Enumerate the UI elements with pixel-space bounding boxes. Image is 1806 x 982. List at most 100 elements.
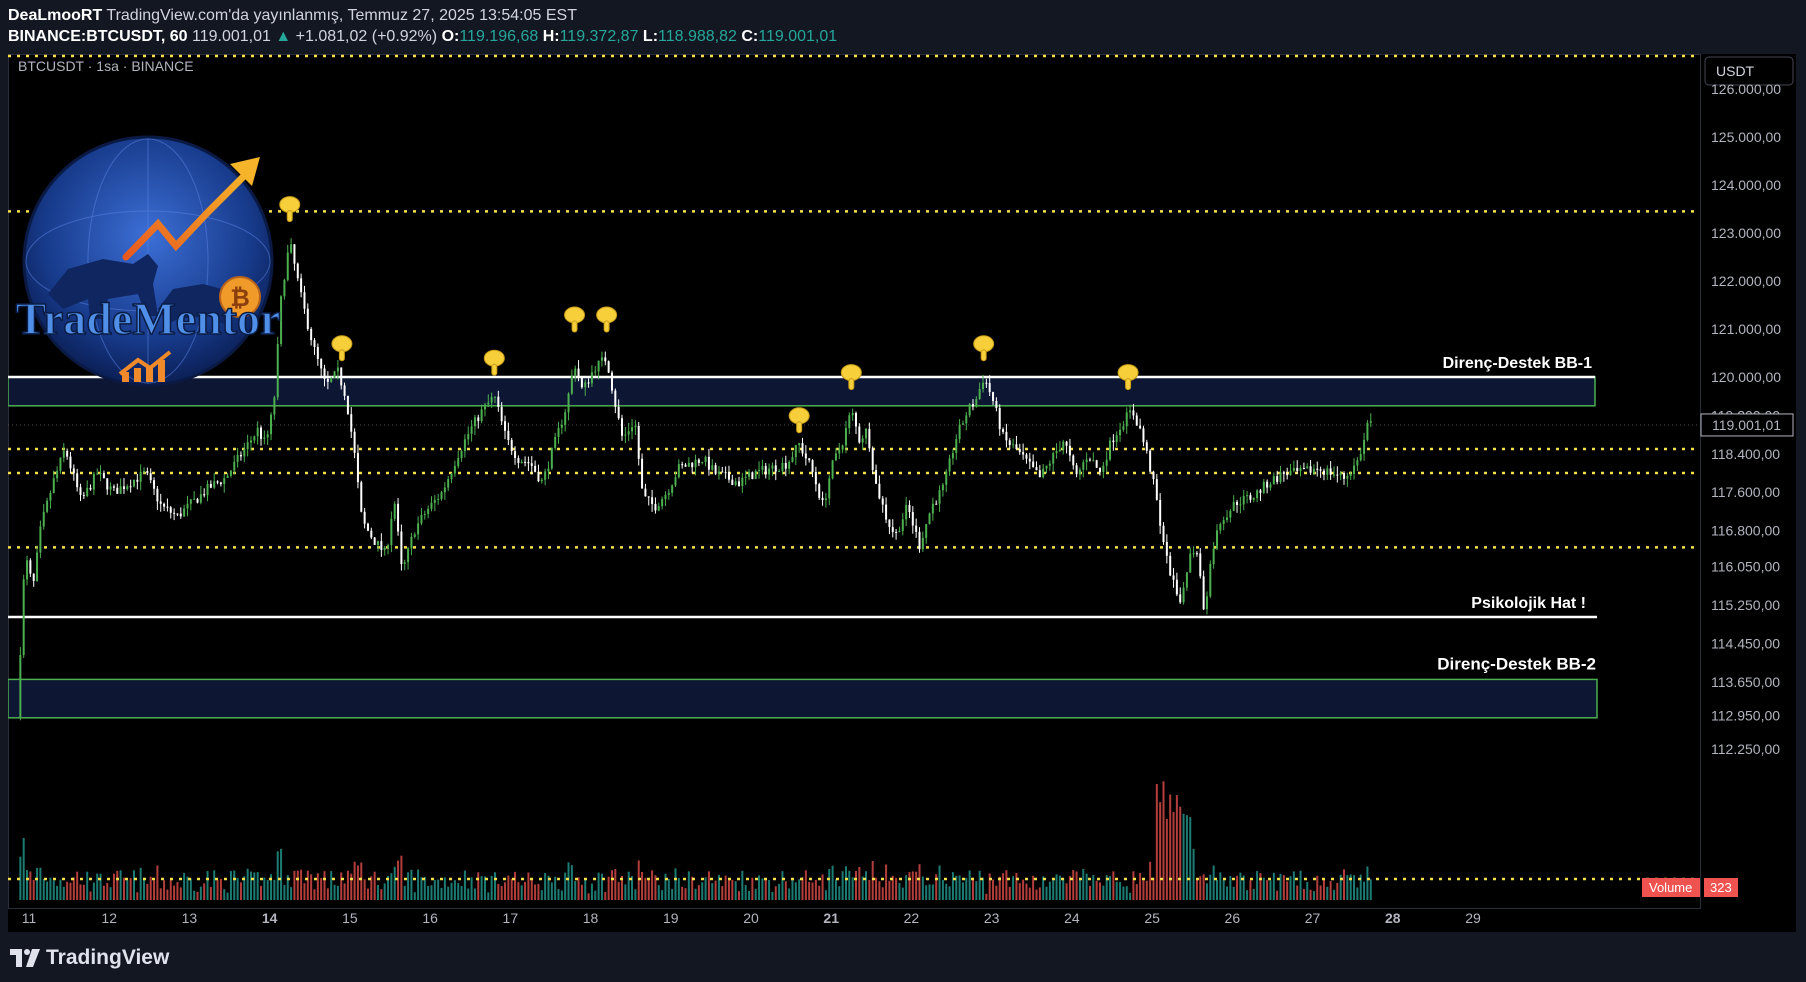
volume-bar xyxy=(988,873,991,900)
candle-body xyxy=(143,471,146,473)
volume-bar xyxy=(895,877,898,900)
candle-body xyxy=(858,426,861,443)
volume-bar xyxy=(92,882,95,900)
candle-body xyxy=(1292,467,1295,471)
candle-body xyxy=(336,367,339,372)
volume-bar xyxy=(132,870,135,900)
candle-body xyxy=(778,470,781,472)
candle-body xyxy=(179,513,182,517)
candle-body xyxy=(1175,579,1178,595)
candle-body xyxy=(1199,553,1202,577)
price-chart[interactable]: Direnç-Destek BB-1 Psikolojik Hat ! Direnç… xyxy=(8,54,1796,932)
candle-body xyxy=(1082,462,1085,470)
candle-body xyxy=(376,541,380,545)
volume-bar xyxy=(487,892,490,900)
candle-body xyxy=(72,468,75,474)
volume-bar xyxy=(209,887,212,900)
candle-body xyxy=(875,470,878,484)
volume-bar xyxy=(1018,883,1021,900)
candle-body xyxy=(1129,410,1132,413)
candle-body xyxy=(717,471,720,474)
volume-bar xyxy=(821,874,824,900)
volume-bar xyxy=(346,870,349,900)
candle-body xyxy=(554,436,557,448)
volume-bar xyxy=(1366,866,1369,900)
candle-body xyxy=(1022,452,1025,455)
candle-body xyxy=(246,442,249,450)
candle-body xyxy=(597,360,600,372)
candle-body xyxy=(935,503,938,505)
candle-body xyxy=(96,473,99,475)
candle-body xyxy=(801,443,804,454)
candle-body xyxy=(931,503,934,514)
candle-body xyxy=(634,425,637,428)
volume-bar xyxy=(651,870,654,900)
candle-body xyxy=(734,481,737,486)
volume-bar xyxy=(280,848,283,900)
candle-body xyxy=(1008,440,1011,446)
price-tick-label: 117.600,00 xyxy=(1711,484,1780,500)
volume-bar xyxy=(336,885,339,900)
candle-body xyxy=(86,487,89,497)
candle-body xyxy=(901,519,904,532)
candle-body xyxy=(1215,530,1218,549)
volume-bar xyxy=(1279,873,1282,900)
candle-body xyxy=(871,448,874,471)
volume-bar xyxy=(122,877,125,900)
volume-bar xyxy=(497,883,500,900)
volume-bar xyxy=(1062,878,1065,900)
volume-bar xyxy=(1119,882,1122,900)
volume-bar xyxy=(1189,817,1192,900)
candle-body xyxy=(447,478,450,488)
candle-body xyxy=(453,466,456,474)
candle-body xyxy=(1296,467,1299,471)
volume-bar xyxy=(594,890,597,900)
volume-bar xyxy=(189,878,192,900)
volume-bar xyxy=(383,883,386,900)
volume-bar xyxy=(781,871,784,900)
volume-bar xyxy=(66,881,69,900)
volume-bar xyxy=(1098,882,1102,900)
candle-body xyxy=(604,357,607,362)
volume-bar xyxy=(390,873,393,900)
volume-bar xyxy=(1292,871,1295,900)
candle-body xyxy=(520,461,523,463)
volume-bar xyxy=(634,889,637,900)
volume-bar xyxy=(978,870,981,900)
volume-bar xyxy=(754,888,757,900)
volume-bar xyxy=(768,879,771,900)
volume-bar xyxy=(156,865,159,900)
volume-bar xyxy=(293,870,296,900)
candle-body xyxy=(366,523,369,531)
volume-bar xyxy=(507,875,510,900)
candle-body xyxy=(1336,474,1339,476)
volume-bar xyxy=(39,867,42,900)
candle-body xyxy=(624,434,627,436)
tradingview-brand[interactable]: TradingView xyxy=(10,946,169,970)
candle-body xyxy=(754,470,757,480)
volume-bar xyxy=(246,868,249,900)
volume-bar xyxy=(995,885,998,900)
volume-bar xyxy=(76,871,79,900)
volume-bar xyxy=(52,880,55,900)
volume-bar xyxy=(1028,887,1031,900)
candle-body xyxy=(1149,450,1152,472)
candle-body xyxy=(112,486,115,488)
volume-bar xyxy=(356,865,359,900)
candle-body xyxy=(1359,454,1362,461)
candle-body xyxy=(808,458,811,461)
volume-bar xyxy=(500,886,503,900)
candle-body xyxy=(851,413,854,416)
candle-body xyxy=(403,562,406,565)
candle-body xyxy=(66,450,69,457)
volume-bar xyxy=(758,875,761,900)
candle-body xyxy=(868,428,871,449)
volume-bar xyxy=(597,872,600,900)
time-tick-label: 18 xyxy=(583,910,599,926)
candle-body xyxy=(1072,455,1075,466)
chart-area[interactable]: Direnç-Destek BB-1 Psikolojik Hat ! Direnç… xyxy=(8,54,1796,932)
ohlc-header: BINANCE:BTCUSDT, 60 119.001,01 ▲ +1.081,… xyxy=(8,28,837,46)
volume-bar xyxy=(818,885,821,900)
volume-bar xyxy=(557,889,560,900)
candle-body xyxy=(467,433,470,440)
